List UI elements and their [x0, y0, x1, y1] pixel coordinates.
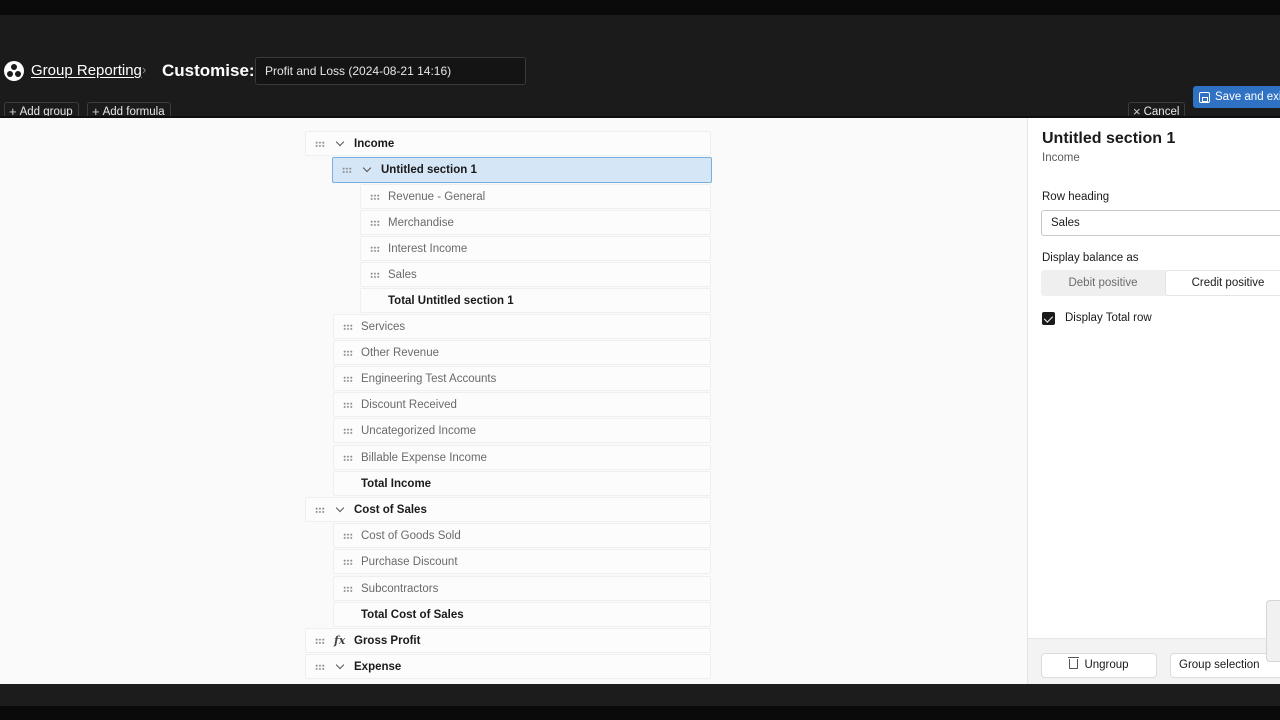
chevron-down-icon[interactable] [336, 139, 344, 147]
tree-row-interest-income[interactable]: Interest Income [360, 236, 711, 261]
group-selection-button[interactable]: Group selection [1170, 653, 1280, 678]
credit-positive-option[interactable]: Credit positive [1165, 270, 1280, 296]
drag-handle-icon[interactable] [370, 220, 380, 226]
drag-handle-icon[interactable] [315, 664, 325, 670]
report-tree-canvas: Income Untitled section 1 Revenue - Gene… [0, 118, 1027, 684]
save-icon [1199, 91, 1210, 103]
tree-row-label: Total Income [361, 478, 432, 490]
tree-row-billable-expense-income[interactable]: Billable Expense Income [333, 445, 711, 470]
display-balance-toggle: Debit positive Credit positive [1041, 270, 1280, 296]
letterbox-bottom [0, 684, 1280, 720]
app-header: Group Reporting › Customise: Profit and … [0, 15, 1280, 122]
group-selection-label: Group selection [1179, 659, 1260, 671]
tree-row-label: Engineering Test Accounts [361, 373, 497, 385]
panel-footer: Ungroup Group selection [1028, 638, 1280, 684]
drag-handle-icon[interactable] [370, 194, 380, 200]
display-total-checkbox[interactable] [1042, 312, 1055, 325]
tree-row-label: Other Revenue [361, 347, 439, 359]
drag-handle-icon[interactable] [315, 141, 325, 147]
tree-row-label: Income [354, 138, 395, 150]
tree-row-cost-of-goods-sold[interactable]: Cost of Goods Sold [333, 523, 711, 548]
drag-handle-icon[interactable] [343, 402, 353, 408]
tree-formula-gross-profit[interactable]: fx Gross Profit [305, 628, 711, 653]
ungroup-label: Ungroup [1084, 659, 1129, 671]
tree-row-other-revenue[interactable]: Other Revenue [333, 340, 711, 365]
tree-total-untitled-section[interactable]: Total Untitled section 1 [360, 288, 711, 313]
tree-row-label: Cost of Sales [354, 504, 427, 516]
trash-icon [1067, 657, 1079, 669]
tree-row-subcontractors[interactable]: Subcontractors [333, 576, 711, 601]
tree-group-income[interactable]: Income [305, 131, 711, 156]
tree-row-label: Cost of Goods Sold [361, 530, 461, 542]
drag-handle-icon[interactable] [343, 350, 353, 356]
tree-row-label: Untitled section 1 [381, 164, 477, 176]
tree-row-merchandise[interactable]: Merchandise [360, 210, 711, 235]
drag-handle-icon[interactable] [315, 638, 325, 644]
feedback-side-tab[interactable] [1266, 600, 1280, 662]
display-total-label: Display Total row [1065, 312, 1152, 324]
tree-row-label: Purchase Discount [361, 556, 458, 568]
row-heading-input[interactable]: Sales [1041, 210, 1280, 236]
drag-handle-icon[interactable] [315, 507, 325, 513]
breadcrumb-group-reporting[interactable]: Group Reporting [31, 62, 142, 79]
chevron-down-icon[interactable] [336, 662, 344, 670]
tree-row-label: Total Untitled section 1 [388, 295, 514, 307]
drag-handle-icon[interactable] [343, 455, 353, 461]
tree-row-label: Discount Received [361, 399, 457, 411]
tree-row-label: Uncategorized Income [361, 425, 477, 437]
tree-group-cost-of-sales[interactable]: Cost of Sales [305, 497, 711, 522]
tree-row-purchase-discount[interactable]: Purchase Discount [333, 549, 711, 574]
panel-title: Untitled section 1 [1042, 130, 1176, 147]
tree-row-label: Interest Income [388, 243, 468, 255]
tree-row-label: Billable Expense Income [361, 452, 487, 464]
chevron-down-icon[interactable] [363, 165, 371, 173]
letterbox-top [0, 0, 1280, 15]
drag-handle-icon[interactable] [370, 272, 380, 278]
debit-positive-option[interactable]: Debit positive [1041, 270, 1165, 296]
tree-row-uncategorized-income[interactable]: Uncategorized Income [333, 418, 711, 443]
breadcrumb-chevron-icon: › [142, 62, 147, 77]
chevron-down-icon[interactable] [336, 505, 344, 513]
tree-group-expense[interactable]: Expense [305, 654, 711, 679]
drag-handle-icon[interactable] [343, 428, 353, 434]
tree-row-sales[interactable]: Sales [360, 262, 711, 287]
tree-row-services[interactable]: Services [333, 314, 711, 339]
row-heading-label: Row heading [1042, 191, 1110, 203]
page-title: Customise: [162, 61, 255, 80]
tree-total-income[interactable]: Total Income [333, 471, 711, 496]
app-logo-icon[interactable] [4, 61, 24, 81]
drag-handle-icon[interactable] [343, 533, 353, 539]
drag-handle-icon[interactable] [342, 167, 352, 173]
drag-handle-icon[interactable] [343, 586, 353, 592]
drag-handle-icon[interactable] [343, 559, 353, 565]
tree-row-label: Gross Profit [354, 635, 421, 647]
tree-group-untitled-section[interactable]: Untitled section 1 [332, 157, 712, 183]
tree-row-label: Revenue - General [388, 191, 486, 203]
panel-subtitle: Income [1042, 152, 1080, 164]
section-settings-panel: Untitled section 1 Income Row heading Sa… [1027, 118, 1280, 684]
bottom-bar [0, 684, 1280, 706]
tree-row-label: Merchandise [388, 217, 454, 229]
drag-handle-icon[interactable] [370, 246, 380, 252]
tree-row-label: Expense [354, 661, 402, 673]
tree-row-label: Sales [388, 269, 417, 281]
tree-row-label: Services [361, 321, 406, 333]
drag-handle-icon[interactable] [343, 376, 353, 382]
formula-fx-icon: fx [334, 634, 346, 647]
drag-handle-icon[interactable] [343, 324, 353, 330]
save-and-exit-button[interactable]: Save and exit [1193, 86, 1280, 108]
save-and-exit-label: Save and exit [1215, 91, 1280, 103]
tree-row-label: Total Cost of Sales [361, 609, 464, 621]
ungroup-button[interactable]: Ungroup [1041, 653, 1157, 678]
tree-row-revenue-general[interactable]: Revenue - General [360, 184, 711, 209]
tree-row-engineering-test-accounts[interactable]: Engineering Test Accounts [333, 366, 711, 391]
tree-row-label: Subcontractors [361, 583, 439, 595]
tree-total-cost-of-sales[interactable]: Total Cost of Sales [333, 602, 711, 627]
display-balance-label: Display balance as [1042, 252, 1139, 264]
tree-row-discount-received[interactable]: Discount Received [333, 392, 711, 417]
report-name-input[interactable]: Profit and Loss (2024-08-21 14:16) [255, 57, 526, 85]
